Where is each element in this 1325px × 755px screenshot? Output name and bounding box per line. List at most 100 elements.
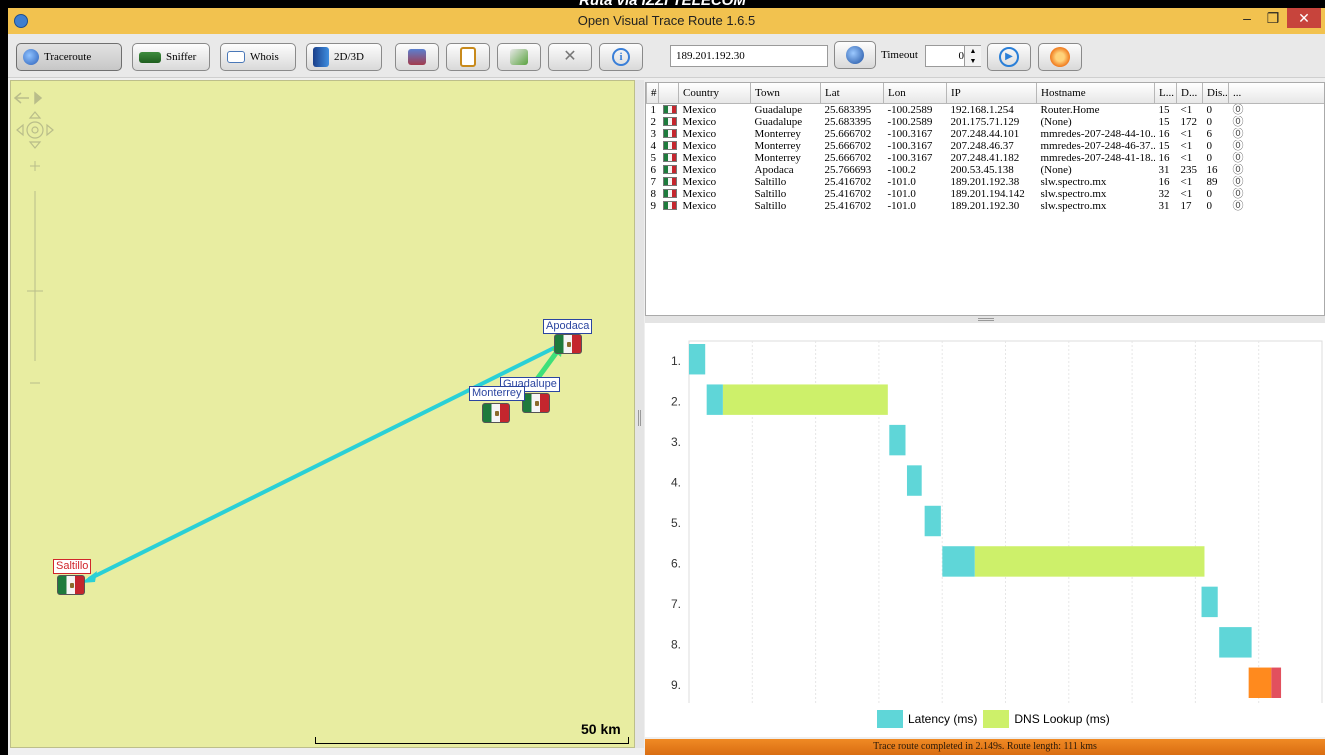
table-cell: slw.spectro.mx <box>1040 199 1107 212</box>
table-row[interactable]: 8 Mexico Saltillo 25.416702 -101.0 189.201.19… <box>647 188 1325 200</box>
settings-button[interactable]: ✕ <box>548 43 592 71</box>
mexico-flag-icon <box>662 176 677 186</box>
column-header[interactable]: Hostname <box>1036 83 1155 104</box>
table-cell: <1 <box>1180 187 1193 200</box>
zoom-slider[interactable] <box>27 161 43 384</box>
column-header[interactable]: Town <box>750 83 821 104</box>
column-header[interactable]: L... <box>1154 83 1177 104</box>
hops-table[interactable]: # Country Town Lat Lon IP Hostname L... … <box>645 82 1325 316</box>
column-header[interactable]: # <box>646 83 659 104</box>
table-row[interactable]: 6 Mexico Apodaca 25.766693 -100.2 200.53.45.1… <box>647 164 1325 176</box>
flag-cell <box>659 103 679 116</box>
table-cell: 15 <box>1158 139 1170 152</box>
table-cell: 25.683395 <box>824 115 872 128</box>
mexico-flag-icon <box>662 152 677 162</box>
help-icon: ⓪ <box>1232 115 1244 128</box>
dns-bar <box>722 384 888 415</box>
table-cell: 207.248.44.101 <box>950 127 1020 140</box>
table-cell: <1 <box>1180 127 1193 140</box>
table-cell: slw.spectro.mx <box>1040 175 1107 188</box>
flag-cell <box>659 140 679 152</box>
table-cell: mmredes-207-248-46-37... <box>1040 139 1155 152</box>
mexico-flag-icon[interactable] <box>554 334 582 354</box>
table-cell: 16 <box>1158 175 1170 188</box>
table-cell: <1 <box>1180 151 1193 164</box>
play-icon: ▶ <box>999 47 1019 67</box>
close-button[interactable]: ✕ <box>1287 8 1321 28</box>
map-pan-control-icon[interactable] <box>16 111 54 149</box>
table-row[interactable]: 3 Mexico Monterrey 25.666702 -100.3167 207.24… <box>647 128 1325 140</box>
horizontal-splitter[interactable] <box>645 316 1325 323</box>
column-header[interactable] <box>658 83 679 104</box>
vertical-splitter[interactable] <box>635 80 644 748</box>
table-row[interactable]: 1 Mexico Guadalupe 25.683395 -100.2589 192.16… <box>647 103 1325 116</box>
mexico-flag-icon[interactable] <box>482 403 510 423</box>
table-cell: 235 <box>1180 163 1198 176</box>
flag-cell <box>659 200 679 212</box>
city-label-monterrey[interactable]: Monterrey <box>469 386 525 401</box>
whois-button[interactable]: Whois <box>220 43 296 71</box>
map-image-button[interactable] <box>395 43 439 71</box>
clipboard-button[interactable] <box>446 43 490 71</box>
table-cell: Mexico <box>682 199 717 212</box>
geolocate-button[interactable] <box>834 41 876 69</box>
timeout-label: Timeout <box>881 49 918 61</box>
minimize-button[interactable]: – <box>1235 8 1259 28</box>
window-title: Open Visual Trace Route 1.6.5 <box>577 13 756 28</box>
export-button[interactable] <box>497 43 541 71</box>
column-header[interactable]: D... <box>1176 83 1203 104</box>
spinner-arrows-icon[interactable]: ▲ ▼ <box>964 46 981 66</box>
timeout-spinner[interactable]: 0 ▲ ▼ <box>925 45 981 67</box>
table-cell: 25.766693 <box>824 163 872 176</box>
table-cell: 189.201.194.142 <box>950 187 1025 200</box>
view-toggle-button[interactable]: 2D/3D <box>306 43 382 71</box>
latency-bar <box>1201 586 1218 618</box>
maximize-button[interactable]: ❐ <box>1261 8 1285 28</box>
stop-trace-button[interactable] <box>1038 43 1082 71</box>
id-card-icon <box>227 51 245 63</box>
table-cell: 16 <box>1158 127 1170 140</box>
city-label-saltillo[interactable]: Saltillo <box>53 559 92 574</box>
table-cell: 2 <box>650 115 657 128</box>
latency-bar <box>906 465 922 496</box>
table-cell: Saltillo <box>754 187 787 200</box>
table-row[interactable]: 5 Mexico Monterrey 25.666702 -100.3167 207.24… <box>647 152 1325 164</box>
flag-cell <box>659 176 679 188</box>
mexico-flag-icon[interactable] <box>522 393 550 413</box>
legend-swatch-latency <box>877 710 903 728</box>
column-header[interactable]: ... <box>1228 83 1324 104</box>
table-row[interactable]: 7 Mexico Saltillo 25.416702 -101.0 189.201.19… <box>647 176 1325 188</box>
traceroute-button[interactable]: Traceroute <box>16 43 122 71</box>
about-button[interactable]: i <box>599 43 643 71</box>
table-cell: 0 <box>1206 139 1213 152</box>
table-row[interactable]: 2 Mexico Guadalupe 25.683395 -100.2589 201.17… <box>647 116 1325 128</box>
route-map[interactable]: Apodaca Guadalupe Monterrey Saltillo 50 … <box>10 80 635 748</box>
sniffer-button[interactable]: Sniffer <box>132 43 210 71</box>
column-header[interactable]: Lon <box>883 83 947 104</box>
start-trace-button[interactable]: ▶ <box>987 43 1031 71</box>
column-header[interactable]: IP <box>946 83 1037 104</box>
mexico-flag-icon[interactable] <box>57 575 85 595</box>
table-cell: Guadalupe <box>754 103 803 116</box>
table-cell: Monterrey <box>754 151 801 164</box>
column-header[interactable]: Dis... <box>1202 83 1229 104</box>
table-row[interactable]: 4 Mexico Monterrey 25.666702 -100.3167 207.24… <box>647 140 1325 152</box>
table-cell: 7 <box>650 175 657 188</box>
latency-bar <box>1248 667 1272 698</box>
help-icon: ⓪ <box>1232 187 1244 200</box>
legend-latency: Latency (ms) <box>877 710 977 728</box>
column-header[interactable]: Country <box>678 83 751 104</box>
hop-tick-label: 8. <box>671 637 681 651</box>
map-nav-arrows-icon[interactable] <box>13 91 43 105</box>
flag-cell <box>659 152 679 164</box>
column-header[interactable]: Lat <box>820 83 884 104</box>
city-label-apodaca[interactable]: Apodaca <box>543 319 593 334</box>
legend-latency-label: Latency (ms) <box>908 712 978 726</box>
table-cell: Guadalupe <box>754 115 803 128</box>
table-cell: 15 <box>1158 103 1170 116</box>
table-row[interactable]: 9 Mexico Saltillo 25.416702 -101.0 189.201.19… <box>647 200 1325 212</box>
table-cell: 0 <box>1206 199 1213 212</box>
hop-tick-label: 9. <box>671 678 681 692</box>
target-ip-input[interactable]: 189.201.192.30 <box>670 45 828 67</box>
mexico-flag-icon <box>662 104 677 114</box>
